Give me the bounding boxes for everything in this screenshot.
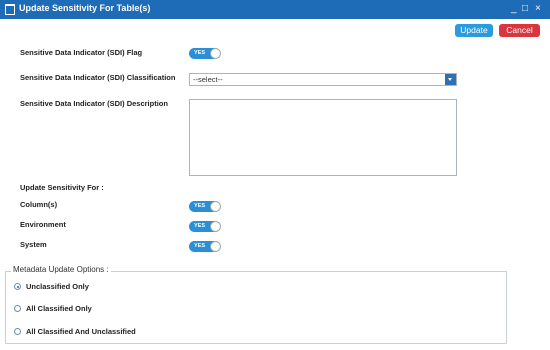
radio-label-all-classified-only[interactable]: All Classified Only <box>26 304 92 313</box>
window-title: Update Sensitivity For Table(s) <box>19 3 151 13</box>
chevron-down-icon[interactable] <box>445 74 456 85</box>
radio-all-classified-only[interactable] <box>14 305 21 312</box>
radio-all-classified-and-unclassified[interactable] <box>14 328 21 335</box>
toggle-text: YES <box>194 202 206 209</box>
toggle-knob <box>210 240 221 252</box>
sdi-flag-label: Sensitive Data Indicator (SDI) Flag <box>20 48 143 57</box>
radio-label-unclassified-only[interactable]: Unclassified Only <box>26 282 89 291</box>
sdi-flag-toggle[interactable]: YES <box>189 47 221 59</box>
sdi-description-label: Sensitive Data Indicator (SDI) Descripti… <box>20 99 168 108</box>
radio-label-all-classified-and-unclassified[interactable]: All Classified And Unclassified <box>26 327 136 336</box>
maximize-icon[interactable]: □ <box>522 1 528 17</box>
sdi-classification-label: Sensitive Data Indicator (SDI) Classific… <box>20 73 176 82</box>
toggle-knob <box>210 200 221 212</box>
update-sensitivity-heading: Update Sensitivity For : <box>20 183 104 192</box>
column-toggle[interactable]: YES <box>189 200 221 212</box>
environment-label: Environment <box>20 220 66 229</box>
toggle-text: YES <box>194 222 206 229</box>
close-icon[interactable]: × <box>535 1 541 17</box>
update-button[interactable]: Update <box>455 24 493 37</box>
sdi-description-textarea[interactable] <box>189 99 457 176</box>
title-bar: Update Sensitivity For Table(s) _ □ × <box>0 0 550 19</box>
cancel-button[interactable]: Cancel <box>499 24 540 37</box>
column-label: Column(s) <box>20 200 58 209</box>
sdi-classification-select[interactable]: --select-- <box>189 73 457 86</box>
environment-toggle[interactable]: YES <box>189 220 221 232</box>
toggle-knob <box>210 220 221 232</box>
system-label: System <box>20 240 47 249</box>
toggle-text: YES <box>194 49 206 56</box>
toggle-text: YES <box>194 242 206 249</box>
metadata-options-legend: Metadata Update Options : <box>11 265 111 274</box>
select-value: --select-- <box>193 75 223 84</box>
toggle-knob <box>210 47 221 59</box>
system-toggle[interactable]: YES <box>189 240 221 252</box>
window-icon <box>5 4 15 15</box>
minimize-icon[interactable]: _ <box>511 1 517 17</box>
radio-unclassified-only[interactable] <box>14 283 21 290</box>
